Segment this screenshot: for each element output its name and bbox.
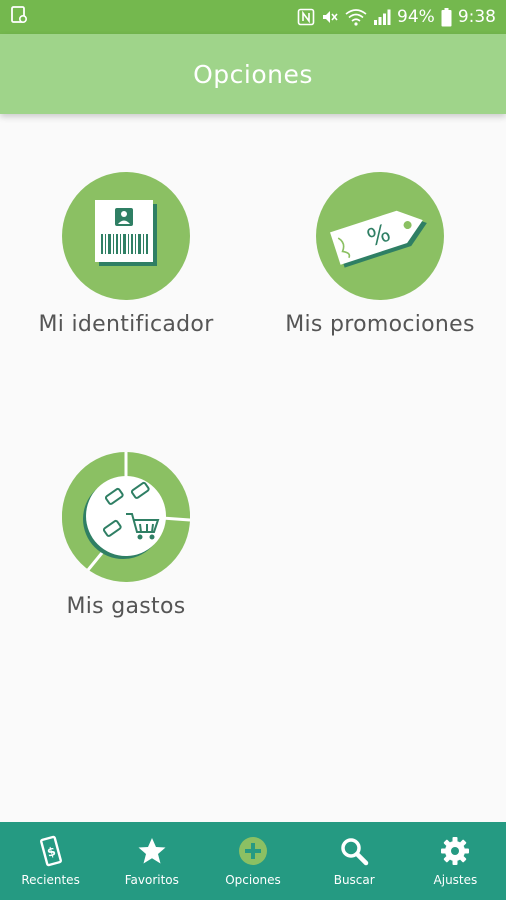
- app-bar: Opciones: [0, 34, 506, 114]
- battery-icon: [441, 7, 452, 27]
- signal-icon: [373, 8, 391, 26]
- option-label: Mis gastos: [66, 594, 186, 619]
- bottom-nav: $ Recientes Favoritos Opciones Buscar Aj…: [0, 822, 506, 900]
- svg-text:$: $: [45, 844, 57, 860]
- status-bar: 94% 9:38: [0, 0, 506, 34]
- receipt-icon: $: [36, 835, 66, 867]
- wifi-icon: [345, 8, 367, 26]
- nav-label: Buscar: [333, 873, 375, 887]
- mute-icon: [321, 8, 339, 26]
- page-title: Opciones: [193, 59, 313, 89]
- nav-label: Recientes: [21, 873, 80, 887]
- nav-label: Favoritos: [124, 873, 179, 887]
- clock: 9:38: [457, 7, 496, 27]
- option-label: Mis promociones: [285, 312, 475, 337]
- gear-icon: [440, 835, 470, 867]
- option-mis-promociones[interactable]: % Mis promociones: [265, 172, 495, 337]
- option-circle: [62, 452, 191, 584]
- nav-label: Opciones: [225, 873, 281, 887]
- battery-percent: 94%: [397, 7, 435, 27]
- nav-item-buscar[interactable]: Buscar: [304, 822, 405, 900]
- option-mi-identificador[interactable]: Mi identificador: [11, 172, 241, 337]
- option-circle: %: [316, 172, 444, 300]
- option-mis-gastos[interactable]: Mis gastos: [11, 452, 241, 619]
- plus-circle-icon: [238, 835, 268, 867]
- nav-label: Ajustes: [433, 873, 478, 887]
- option-circle: [62, 172, 190, 300]
- nav-item-favoritos[interactable]: Favoritos: [101, 822, 202, 900]
- sim-card-icon: [10, 6, 28, 28]
- nav-item-opciones[interactable]: Opciones: [202, 822, 303, 900]
- nav-item-recientes[interactable]: $ Recientes: [0, 822, 101, 900]
- nav-item-ajustes[interactable]: Ajustes: [405, 822, 506, 900]
- option-label: Mi identificador: [38, 312, 214, 337]
- nfc-icon: [297, 8, 315, 26]
- spending-chart-icon: [62, 452, 191, 584]
- star-icon: [137, 835, 167, 867]
- discount-tag-icon: %: [325, 199, 435, 273]
- options-grid: Mi identificador % Mis promociones Mis g…: [0, 114, 506, 822]
- search-icon: [339, 835, 369, 867]
- id-card-barcode-icon: [91, 198, 161, 274]
